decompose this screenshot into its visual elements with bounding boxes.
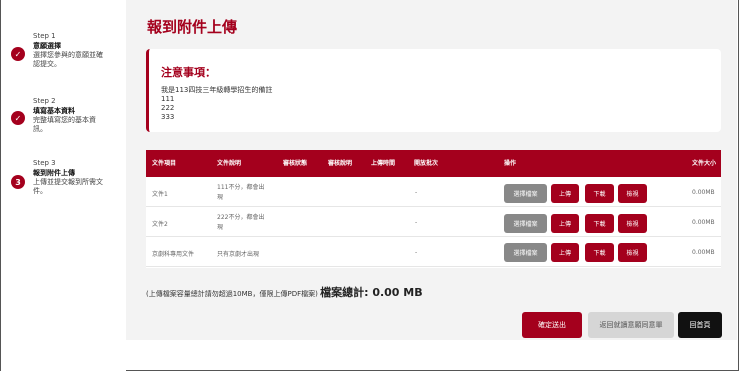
upload-button[interactable]: 上傳 — [551, 243, 579, 262]
submit-button[interactable]: 確定送出 — [522, 312, 582, 338]
size-limit-note: (上傳檔案容量總計請勿超過10MB，僅限上傳PDF檔案) — [146, 290, 318, 298]
notice-line: 333 — [161, 113, 175, 121]
col-size: 文件大小 — [692, 160, 717, 167]
view-button[interactable]: 檢視 — [618, 184, 647, 203]
table-row: 京劇科專用文件 只有京劇才出現 - 選擇檔案 上傳 下載 檢視 0.00MB — [146, 238, 721, 267]
check-icon: ✓ — [11, 47, 25, 61]
app-frame: ✓ Step 1 意願選擇 選擇您參與的意願並確 認提交。 ✓ Step 2 填… — [0, 0, 739, 371]
col-review-note: 審核說明 — [328, 160, 353, 167]
col-action: 操作 — [504, 160, 517, 167]
step-2: Step 2 填寫基本資料 完整填寫您的基本資 訊。 — [33, 96, 113, 134]
steps-sidebar: ✓ Step 1 意願選擇 選擇您參與的意願並確 認提交。 ✓ Step 2 填… — [1, 0, 126, 371]
choose-file-button[interactable]: 選擇檔案 — [504, 214, 547, 233]
upload-summary: (上傳檔案容量總計請勿超過10MB，僅限上傳PDF檔案) 檔案總計: 0.00 … — [146, 284, 423, 300]
step-number: Step 1 — [33, 32, 56, 40]
step-title: 填寫基本資料 — [33, 107, 75, 115]
item-desc: 222不分，都會出現 — [217, 214, 265, 231]
page-title: 報到附件上傳 — [147, 18, 238, 36]
item-name: 文件2 — [152, 221, 168, 228]
file-size: 0.00MB — [692, 249, 715, 256]
attachments-table: 文件項目 文件說明 審核狀態 審核說明 上傳時間 開放批次 操作 文件大小 文件… — [146, 150, 721, 268]
open-batch: - — [415, 189, 418, 196]
notice-title: 注意事項： — [161, 66, 216, 79]
notice-line: 111 — [161, 95, 175, 103]
upload-button[interactable]: 上傳 — [551, 184, 579, 203]
table-row: 文件2 222不分，都會出現 - 選擇檔案 上傳 下載 檢視 0.00MB — [146, 208, 721, 237]
notice-line: 我是113四技三年級轉學招生的備註 — [161, 86, 273, 94]
check-icon: ✓ — [11, 111, 25, 125]
col-desc: 文件說明 — [217, 160, 242, 167]
table-header: 文件項目 文件說明 審核狀態 審核說明 上傳時間 開放批次 操作 文件大小 — [146, 150, 721, 177]
view-button[interactable]: 檢視 — [618, 243, 647, 262]
file-size: 0.00MB — [692, 189, 715, 196]
step-desc: 件。 — [33, 187, 47, 195]
notice-line: 222 — [161, 104, 175, 112]
step-title: 報到附件上傳 — [33, 169, 75, 177]
item-desc: 111不分，都會出現 — [217, 184, 265, 201]
step-title: 意願選擇 — [33, 42, 61, 50]
col-upload-time: 上傳時間 — [371, 160, 396, 167]
col-open-batch: 開放批次 — [414, 160, 439, 167]
step-3-badge: 3 — [11, 175, 25, 189]
step-desc: 上傳並提交報到所需文 — [33, 178, 103, 186]
back-to-consent-button[interactable]: 返回就讀意願同意單 — [588, 312, 674, 338]
open-batch: - — [415, 249, 418, 256]
download-button[interactable]: 下載 — [585, 243, 614, 262]
step-1: Step 1 意願選擇 選擇您參與的意願並確 認提交。 — [33, 31, 113, 69]
view-button[interactable]: 檢視 — [618, 214, 647, 233]
table-row: 文件1 111不分，都會出現 - 選擇檔案 上傳 下載 檢視 0.00MB — [146, 178, 721, 207]
total-size: 檔案總計: 0.00 MB — [320, 286, 423, 299]
download-button[interactable]: 下載 — [585, 184, 614, 203]
choose-file-button[interactable]: 選擇檔案 — [504, 243, 547, 262]
item-name: 京劇科專用文件 — [152, 251, 195, 258]
step-3: Step 3 報到附件上傳 上傳並提交報到所需文 件。 — [33, 158, 113, 196]
notice-box: 注意事項： 我是113四技三年級轉學招生的備註 111 222 333 — [146, 49, 721, 132]
upload-button[interactable]: 上傳 — [551, 214, 579, 233]
col-item: 文件項目 — [152, 160, 177, 167]
choose-file-button[interactable]: 選擇檔案 — [504, 184, 547, 203]
step-number: Step 2 — [33, 97, 56, 105]
notice-lines: 我是113四技三年級轉學招生的備註 111 222 333 — [161, 86, 272, 122]
step-desc: 訊。 — [33, 125, 47, 133]
col-review-status: 審核狀態 — [283, 160, 308, 167]
step-desc: 認提交。 — [33, 60, 61, 68]
file-size: 0.00MB — [692, 219, 715, 226]
item-desc: 只有京劇才出現 — [217, 251, 260, 258]
step-number: Step 3 — [33, 159, 56, 167]
step-desc: 選擇您參與的意願並確 — [33, 51, 103, 59]
download-button[interactable]: 下載 — [585, 214, 614, 233]
step-desc: 完整填寫您的基本資 — [33, 116, 96, 124]
main-content: 報到附件上傳 注意事項： 我是113四技三年級轉學招生的備註 111 222 3… — [126, 0, 737, 340]
home-button[interactable]: 回首頁 — [678, 312, 722, 338]
item-name: 文件1 — [152, 191, 168, 198]
open-batch: - — [415, 219, 418, 226]
